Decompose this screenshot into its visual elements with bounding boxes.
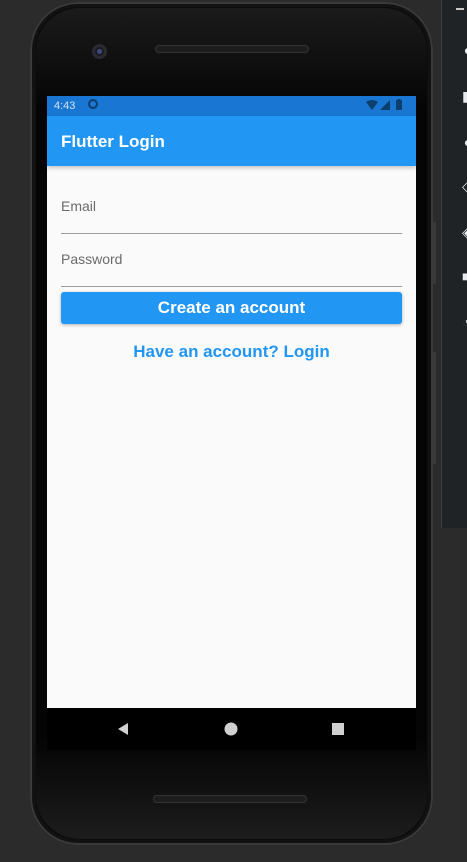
back-icon[interactable] [116, 722, 130, 736]
volume-down-icon[interactable]: ◖ [462, 135, 467, 149]
power-button [432, 222, 436, 284]
top-speaker [155, 45, 309, 53]
password-field[interactable]: Password [61, 251, 402, 269]
volume-button [432, 352, 436, 464]
email-field[interactable]: Email [61, 198, 402, 216]
screenshot-icon[interactable]: ■ [462, 269, 467, 283]
status-icons [366, 99, 410, 111]
app-bar: Flutter Login [47, 116, 416, 166]
sync-icon [88, 99, 98, 109]
recents-icon[interactable] [331, 722, 345, 736]
nav-bar [47, 708, 416, 750]
emulator-toolbar: ◖ ▮ ◖ ◇ ◈ ■ ◔ [441, 0, 467, 528]
home-icon[interactable] [224, 722, 238, 736]
bottom-speaker [153, 795, 307, 803]
email-label: Email [61, 198, 97, 214]
zoom-icon[interactable]: ◔ [462, 315, 467, 329]
app-title: Flutter Login [61, 132, 165, 151]
password-label: Password [61, 251, 123, 267]
volume-up-icon[interactable]: ▮ [462, 89, 467, 103]
front-camera [92, 44, 107, 59]
rotate-left-icon[interactable]: ◇ [462, 179, 467, 193]
rotate-right-icon[interactable]: ◈ [462, 225, 467, 239]
login-link-button[interactable]: Have an account? Login [61, 340, 402, 364]
wifi-signal-battery-icon [366, 99, 402, 110]
email-underline [61, 233, 402, 234]
status-bar: 4:43 [47, 96, 416, 116]
app-screen: 4:43 Flutter Login Email Password Create… [47, 96, 416, 708]
password-underline [61, 286, 402, 287]
status-time: 4:43 [54, 100, 76, 112]
power-icon[interactable]: ◖ [462, 43, 467, 57]
create-account-button[interactable]: Create an account [61, 292, 402, 324]
minimize-icon[interactable] [456, 8, 464, 10]
